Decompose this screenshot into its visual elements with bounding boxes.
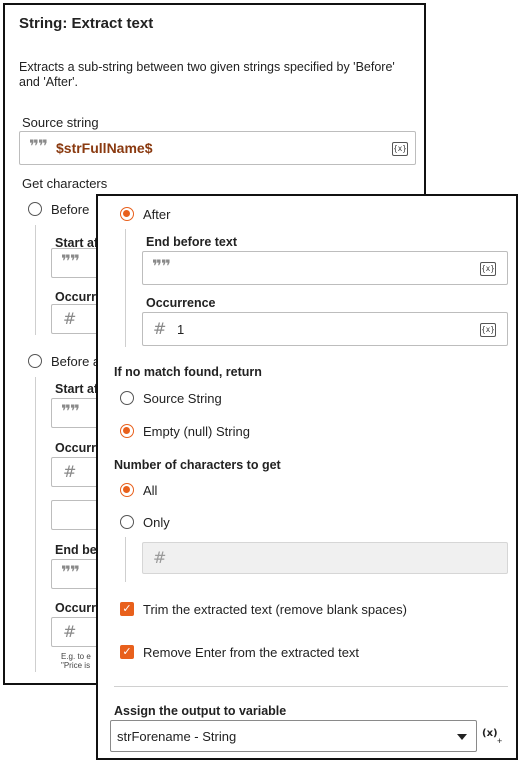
end-before-text-label: End before text <box>146 235 237 249</box>
variable-icon[interactable]: {x} <box>480 323 496 337</box>
radio-empty-string[interactable] <box>120 424 134 438</box>
chevron-down-icon <box>457 734 467 740</box>
extract-text-dialog-front: After End before text ❞❞ {x} Occurrence … <box>96 194 518 760</box>
radio-after[interactable] <box>120 207 134 221</box>
hash-icon: # <box>153 319 167 338</box>
hash-icon: # <box>63 309 77 328</box>
trim-checkbox[interactable]: ✓ <box>120 602 134 616</box>
quote-icon: ❞❞ <box>61 563 80 583</box>
only-option: Only <box>143 515 170 530</box>
source-string-input[interactable]: ❞❞ $strFullName$ {x} <box>19 131 416 165</box>
variable-icon[interactable]: {x} <box>392 142 408 156</box>
hint-line2: "Price is <box>61 661 91 670</box>
variable-icon[interactable]: {x} <box>480 262 496 276</box>
hash-icon: # <box>63 622 77 641</box>
source-string-label: Source string <box>22 115 99 130</box>
empty-string-option: Empty (null) String <box>143 424 250 439</box>
radio-only[interactable] <box>120 515 134 529</box>
radio-source-string[interactable] <box>120 391 134 405</box>
remove-enter-label: Remove Enter from the extracted text <box>143 645 360 660</box>
quote-icon: ❞❞ <box>29 137 48 157</box>
occurrence-label: Occurrence <box>146 296 216 310</box>
end-before-text-input[interactable]: ❞❞ {x} <box>142 251 508 285</box>
occurrence-input[interactable]: # 1 {x} <box>142 312 508 346</box>
source-string-option: Source String <box>143 391 222 406</box>
quote-icon: ❞❞ <box>61 402 80 422</box>
assign-output-label: Assign the output to variable <box>114 704 287 718</box>
indent-line <box>125 229 126 347</box>
indent-line <box>35 377 36 672</box>
variable-icon[interactable]: (x) <box>482 728 498 739</box>
indent-line <box>35 225 36 335</box>
radio-before[interactable] <box>28 202 42 216</box>
description-line2: and 'After'. <box>19 75 78 89</box>
quote-icon: ❞❞ <box>152 257 171 277</box>
quote-icon: ❞❞ <box>61 252 80 272</box>
only-count-input[interactable]: # <box>142 542 508 574</box>
occurrence-label: Occurr <box>55 601 96 615</box>
radio-before-and-after[interactable] <box>28 354 42 368</box>
after-option-label: After <box>143 207 171 222</box>
get-characters-label: Get characters <box>22 176 108 191</box>
source-string-value: $strFullName$ <box>56 140 153 156</box>
before-option-label: Before <box>51 202 90 217</box>
all-option: All <box>143 483 158 498</box>
occurrence-label: Occurr <box>55 441 96 455</box>
before-and-option-label: Before a <box>51 354 101 369</box>
trim-label: Trim the extracted text (remove blank sp… <box>143 602 407 617</box>
occurrence-value: 1 <box>177 322 185 337</box>
indent-line <box>125 537 126 582</box>
assign-output-select[interactable]: strForename - String <box>110 720 477 752</box>
start-after-label: Start af <box>55 382 99 396</box>
assign-output-value: strForename - String <box>117 729 237 744</box>
description-line1: Extracts a sub-string between two given … <box>19 60 395 74</box>
hash-icon: # <box>63 462 77 481</box>
dialog-title: String: Extract text <box>19 15 154 32</box>
add-icon: + <box>497 736 503 746</box>
radio-all[interactable] <box>120 483 134 497</box>
remove-enter-checkbox[interactable]: ✓ <box>120 645 134 659</box>
no-match-label: If no match found, return <box>114 365 262 379</box>
end-before-label: End be <box>55 543 97 557</box>
divider <box>114 686 508 687</box>
hash-icon: # <box>153 548 167 567</box>
hint-line1: E.g. to e <box>61 652 91 661</box>
num-chars-label: Number of characters to get <box>114 458 281 472</box>
